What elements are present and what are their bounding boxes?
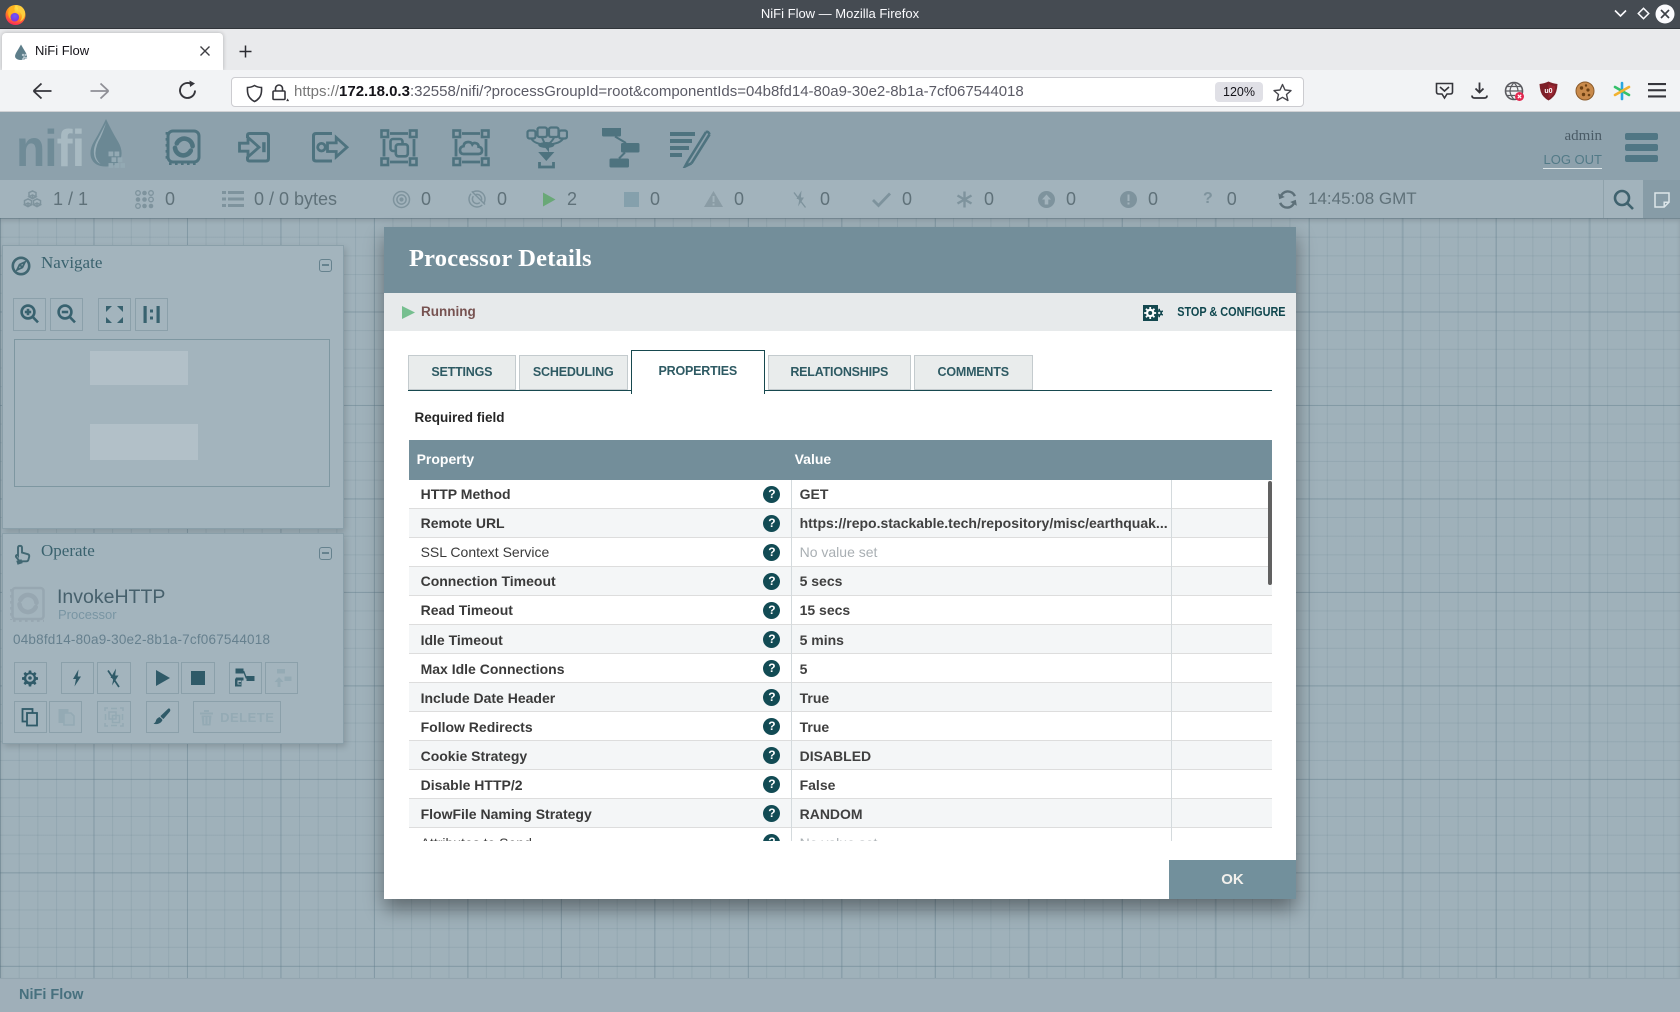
svg-text:u0: u0 — [1544, 88, 1552, 95]
